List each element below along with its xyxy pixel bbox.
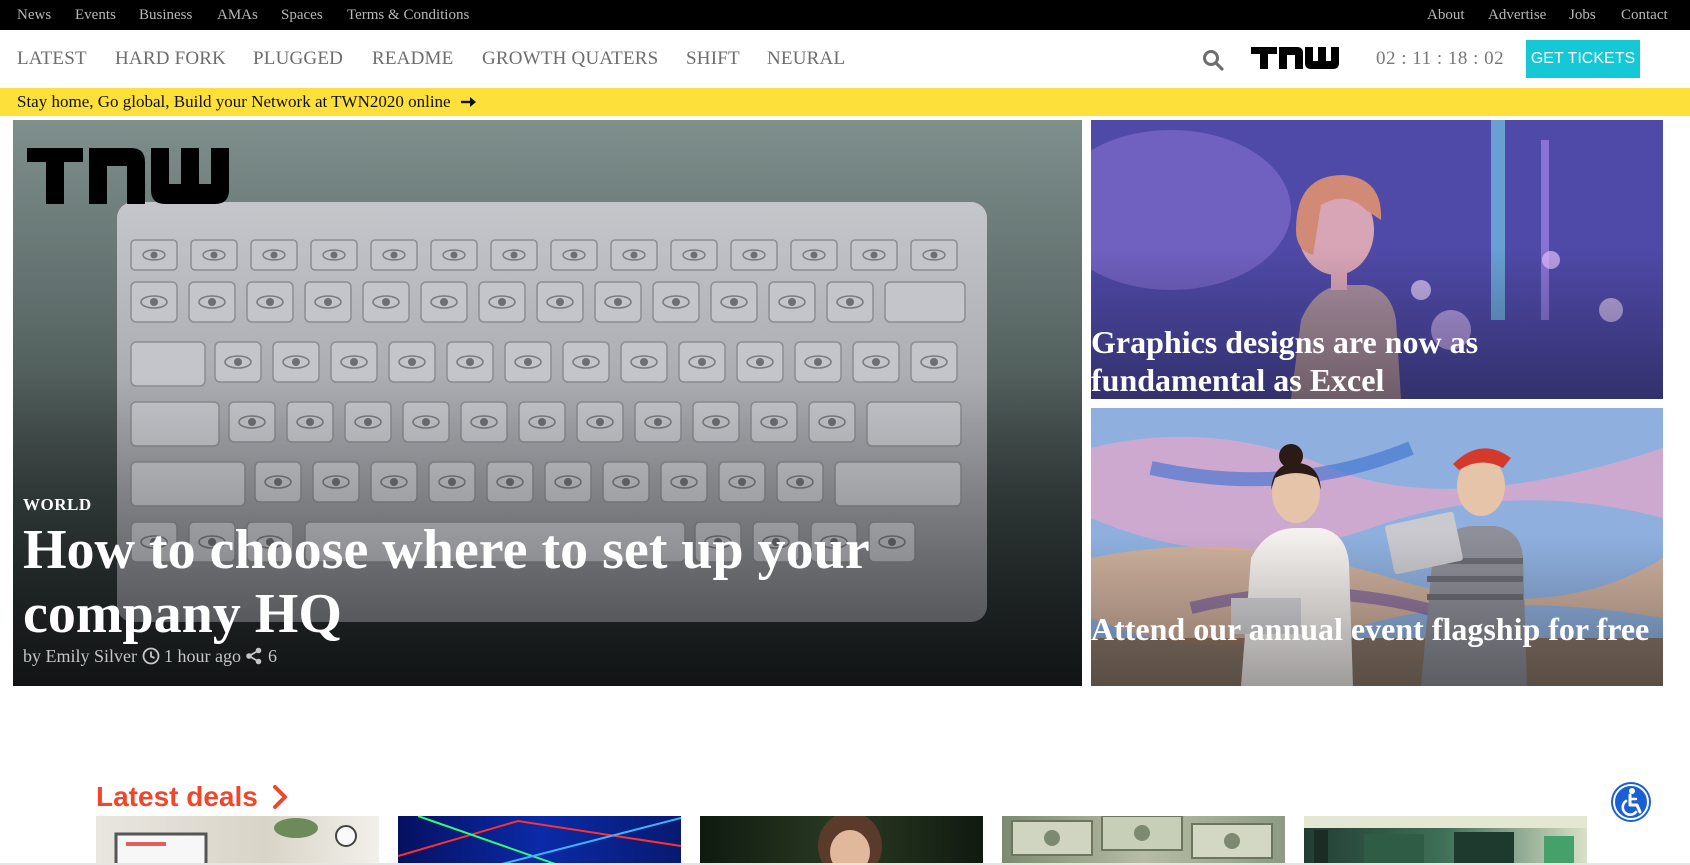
event-countdown: 02 : 11 : 18 : 02 xyxy=(1376,48,1505,69)
promo-banner[interactable]: Stay home, Go global, Build your Network… xyxy=(0,88,1690,116)
hero-category-label[interactable]: WORLD xyxy=(23,496,92,514)
deal-thumbnail xyxy=(1011,816,1273,859)
clock-icon xyxy=(142,647,159,665)
hero-meta: by Emily Silver 1 hour ago 6 xyxy=(23,646,277,666)
hero-time: 1 hour ago xyxy=(164,646,241,666)
main-navigation: LATEST HARD FORK PLUGGED README GROWTH Q… xyxy=(0,30,1690,88)
hero-headline[interactable]: How to choose where to set up your compa… xyxy=(23,518,923,646)
deal-thumbnail xyxy=(114,818,357,865)
topbar-link-jobs[interactable]: Jobs xyxy=(1569,7,1596,23)
topbar-link-terms[interactable]: Terms & Conditions xyxy=(347,7,469,23)
top-utility-bar: News Events Business AMAs Spaces Terms &… xyxy=(0,0,1690,30)
topbar-link-contact[interactable]: Contact xyxy=(1621,7,1668,23)
topbar-link-news[interactable]: News xyxy=(17,7,51,23)
deal-card[interactable] xyxy=(398,816,681,865)
arrow-right-icon xyxy=(461,97,476,107)
deal-thumbnail xyxy=(1304,816,1587,865)
deal-thumbnail xyxy=(818,816,882,865)
latest-deals-heading[interactable]: Latest deals xyxy=(96,781,258,813)
search-icon[interactable] xyxy=(1201,48,1225,72)
deal-thumbnail xyxy=(398,816,681,865)
side-story-headline[interactable]: Graphics designs are now as fundamental … xyxy=(1091,323,1651,399)
deal-card[interactable] xyxy=(96,816,379,865)
side-story-card[interactable]: Attend our annual event flagship for fre… xyxy=(1091,408,1663,686)
topbar-link-events[interactable]: Events xyxy=(75,7,116,23)
get-tickets-button[interactable]: GET TICKETS xyxy=(1526,40,1640,78)
nav-item-plugged[interactable]: PLUGGED xyxy=(253,49,343,69)
nav-item-shift[interactable]: SHIFT xyxy=(686,49,740,69)
share-icon[interactable] xyxy=(245,647,263,665)
nav-item-readme[interactable]: README xyxy=(372,49,453,69)
deal-card[interactable] xyxy=(1304,816,1587,865)
hero-story-card[interactable]: WORLD How to choose where to set up your… xyxy=(13,120,1082,686)
chevron-right-icon[interactable] xyxy=(272,784,288,810)
accessibility-icon[interactable] xyxy=(1610,781,1652,823)
promo-banner-text[interactable]: Stay home, Go global, Build your Network… xyxy=(17,93,451,111)
hero-author[interactable]: by Emily Silver xyxy=(23,646,137,666)
nav-item-growth-quaters[interactable]: GROWTH QUATERS xyxy=(482,49,658,69)
topbar-link-business[interactable]: Business xyxy=(139,7,192,23)
deal-card[interactable] xyxy=(1002,816,1285,865)
nav-item-hard-fork[interactable]: HARD FORK xyxy=(115,49,226,69)
topbar-link-spaces[interactable]: Spaces xyxy=(281,7,323,23)
side-story-headline[interactable]: Attend our annual event flagship for fre… xyxy=(1091,610,1651,648)
hero-share-count: 6 xyxy=(267,646,277,666)
topbar-link-advertise[interactable]: Advertise xyxy=(1488,7,1546,23)
deal-card[interactable] xyxy=(700,816,983,865)
tnw-logo[interactable] xyxy=(1251,44,1345,74)
side-story-card[interactable]: Graphics designs are now as fundamental … xyxy=(1091,120,1663,399)
topbar-link-about[interactable]: About xyxy=(1427,7,1465,23)
topbar-link-amas[interactable]: AMAs xyxy=(217,7,258,23)
nav-item-latest[interactable]: LATEST xyxy=(17,49,87,69)
nav-item-neural[interactable]: NEURAL xyxy=(767,49,845,69)
